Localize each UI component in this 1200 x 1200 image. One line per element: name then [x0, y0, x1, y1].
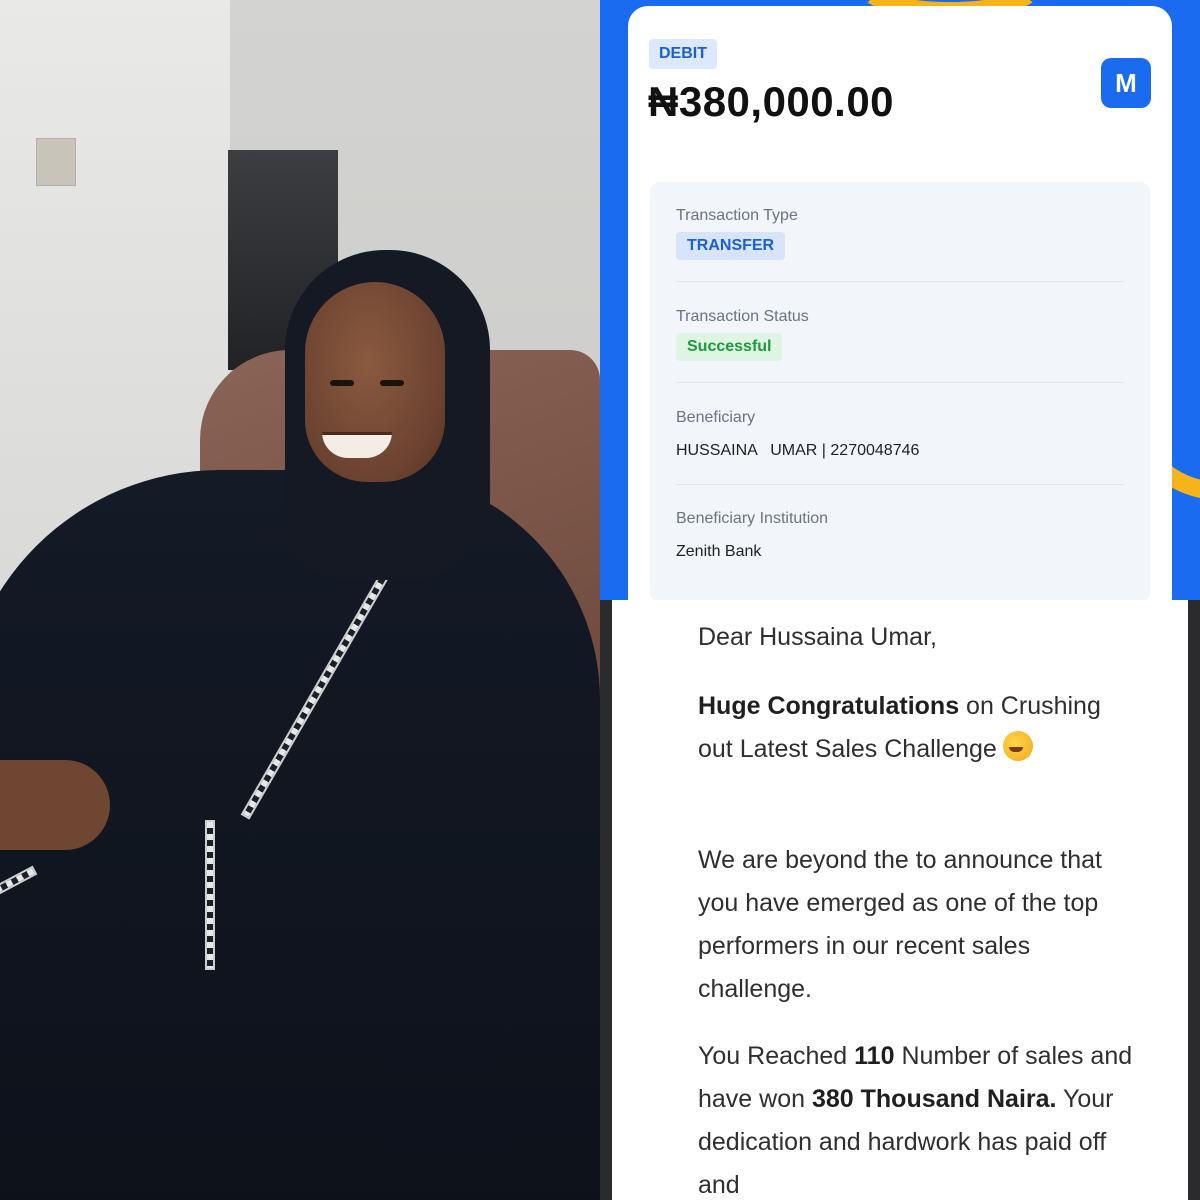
beneficiary-label: Beneficiary: [676, 409, 756, 426]
sales-count: 110: [854, 1042, 895, 1070]
transaction-type-label: Transaction Type: [676, 207, 798, 224]
prize-amount: 380 Thousand Naira.: [811, 1085, 1057, 1113]
debit-badge: DEBIT: [649, 39, 717, 69]
institution-value: Zenith Bank: [676, 543, 762, 560]
transaction-type-badge: TRANSFER: [676, 232, 786, 260]
divider: [676, 281, 1124, 282]
eye: [330, 380, 354, 386]
email-greeting: Dear Hussaina Umar,: [698, 623, 937, 651]
transaction-status-badge: Successful: [676, 333, 783, 361]
institution-label: Beneficiary Institution: [676, 510, 829, 527]
transaction-amount: ₦380,000.00: [648, 78, 895, 125]
divider: [676, 382, 1124, 383]
abaya-trim: [205, 820, 215, 970]
congrats-bold: Huge Congratulations: [698, 692, 960, 720]
result-text: You Reached: [698, 1042, 855, 1070]
eye: [380, 380, 404, 386]
beneficiary-value: HUSSAINA UMAR | 2270048746: [676, 442, 920, 459]
email-paragraph-congrats: Huge Congratulations on Crushing out Lat…: [698, 685, 1138, 771]
light-switch: [36, 138, 76, 186]
hand: [0, 760, 110, 850]
partying-face-icon: [1002, 731, 1033, 761]
portrait-photo: [0, 0, 600, 1200]
email-paragraph-result: You Reached 110 Number of sales and have…: [698, 1035, 1138, 1200]
transaction-status-label: Transaction Status: [676, 308, 809, 325]
email-paragraph-announce: We are beyond the to announce that you h…: [698, 846, 1103, 1003]
bank-logo-icon: M: [1101, 58, 1151, 108]
divider: [676, 484, 1124, 485]
